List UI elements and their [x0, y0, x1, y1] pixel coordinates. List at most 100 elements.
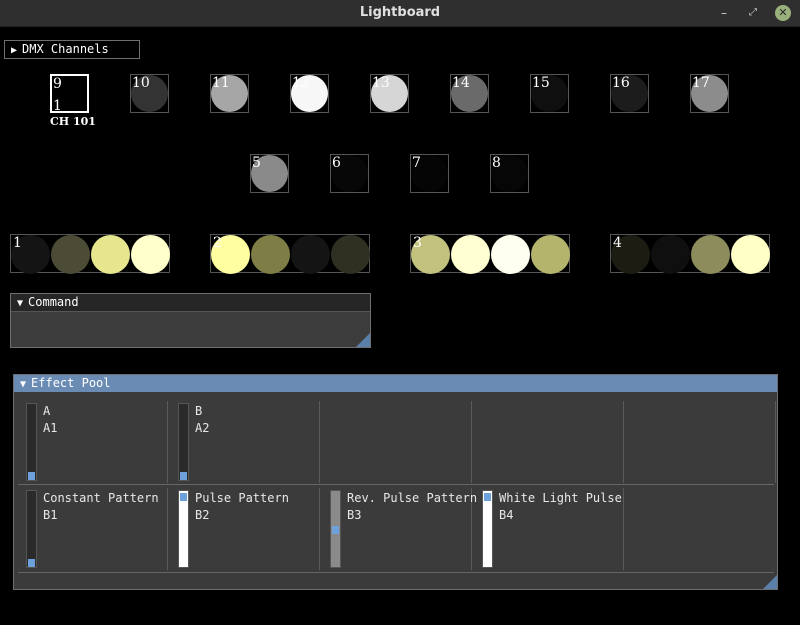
slider-knob[interactable] [28, 472, 35, 480]
slider-knob[interactable] [332, 526, 339, 534]
effect-level-slider[interactable] [178, 403, 189, 481]
expand-arrow-icon: ▶ [11, 45, 18, 56]
fixture-9[interactable]: 91 [50, 74, 89, 114]
fixture-6[interactable]: 6 [330, 154, 369, 193]
empty-effect-slot [322, 401, 472, 483]
effect-id: B4 [499, 508, 514, 522]
effect-pool-label: Effect Pool [31, 376, 111, 390]
fixture-sub-number: 1 [53, 98, 62, 114]
command-label: Command [28, 295, 79, 309]
effect-cell[interactable]: White Light Pulse B4 [474, 488, 624, 570]
effect-id: A1 [43, 421, 58, 435]
bar-lamp [691, 235, 730, 274]
collapse-arrow-icon: ▼ [17, 298, 24, 309]
collapse-arrow-icon: ▼ [20, 379, 27, 390]
fixture-5[interactable]: 5 [250, 154, 289, 193]
light-bar-2[interactable]: 2 [210, 234, 370, 274]
bar-lamp [51, 235, 90, 274]
row-divider [18, 572, 774, 573]
slider-fill [179, 491, 188, 567]
command-header[interactable]: ▼ Command [11, 294, 370, 312]
fixture-number: 9 [53, 76, 62, 92]
empty-effect-slot [474, 401, 624, 483]
effect-level-slider[interactable] [330, 490, 341, 568]
fixture-17[interactable]: 17 [690, 74, 729, 113]
bar-lamp [491, 235, 530, 274]
fixture-8[interactable]: 8 [490, 154, 529, 193]
fixture-10[interactable]: 10 [130, 74, 169, 113]
channel-label: CH 101 [50, 115, 96, 128]
fixture-14[interactable]: 14 [450, 74, 489, 113]
close-icon[interactable]: ✕ [775, 5, 791, 21]
effect-pool-header[interactable]: ▼ Effect Pool [14, 375, 777, 392]
bar-lamp [251, 235, 290, 274]
maximize-icon[interactable]: ⤢ [745, 5, 761, 21]
fixture-number: 10 [132, 75, 150, 91]
effect-cell[interactable]: B A2 [170, 401, 320, 483]
bar-lamp [531, 235, 570, 274]
window-title: Lightboard [359, 5, 441, 20]
fixture-number: 15 [532, 75, 550, 91]
bar-lamp [131, 235, 170, 274]
slider-knob[interactable] [180, 472, 187, 480]
effect-pool-panel: ▼ Effect Pool A A1 B A2 Constant Pattern B1 Pul… [13, 374, 778, 590]
dmx-channels-label: DMX Channels [22, 42, 109, 56]
fixture-7[interactable]: 7 [410, 154, 449, 193]
effect-id: B3 [347, 508, 362, 522]
effect-cell[interactable]: Constant Pattern B1 [18, 488, 168, 570]
minimize-icon[interactable]: – [716, 5, 732, 21]
effect-id: B1 [43, 508, 58, 522]
empty-effect-slot [626, 401, 776, 483]
bar-number: 1 [13, 235, 22, 251]
fixture-16[interactable]: 16 [610, 74, 649, 113]
effect-cell[interactable]: A A1 [18, 401, 168, 483]
bar-number: 2 [213, 235, 222, 251]
row-divider [18, 484, 774, 485]
light-bar-3[interactable]: 3 [410, 234, 570, 274]
resize-grip-icon[interactable] [356, 333, 370, 347]
effect-level-slider[interactable] [482, 490, 493, 568]
effect-cell[interactable]: Pulse Pattern B2 [170, 488, 320, 570]
resize-grip-icon[interactable] [763, 575, 777, 589]
effect-name: Constant Pattern [43, 491, 159, 505]
fixture-number: 7 [412, 155, 421, 171]
effect-name: B [195, 404, 203, 418]
light-bar-1[interactable]: 1 [10, 234, 170, 274]
bar-number: 3 [413, 235, 422, 251]
fixture-15[interactable]: 15 [530, 74, 569, 113]
fixture-number: 13 [372, 75, 390, 91]
effect-name: A [43, 404, 51, 418]
effect-level-slider[interactable] [178, 490, 189, 568]
effect-name: White Light Pulse [499, 491, 622, 505]
effect-level-slider[interactable] [26, 490, 37, 568]
fixture-number: 16 [612, 75, 630, 91]
fixture-13[interactable]: 13 [370, 74, 409, 113]
bar-lamp [651, 235, 690, 274]
bar-lamp [451, 235, 490, 274]
effect-id: A2 [195, 421, 210, 435]
fixture-11[interactable]: 11 [210, 74, 249, 113]
fixture-number: 8 [492, 155, 501, 171]
effect-cell[interactable]: Rev. Pulse Pattern B3 [322, 488, 477, 570]
bar-number: 4 [613, 235, 622, 251]
slider-knob[interactable] [180, 493, 187, 501]
bar-lamp [731, 235, 770, 274]
effect-name: Pulse Pattern [195, 491, 289, 505]
effect-id: B2 [195, 508, 210, 522]
command-panel[interactable]: ▼ Command [10, 293, 371, 348]
effect-name: Rev. Pulse Pattern [347, 491, 478, 505]
bar-lamp [291, 235, 330, 274]
fixture-number: 5 [252, 155, 261, 171]
fixture-number: 6 [332, 155, 341, 171]
light-bar-4[interactable]: 4 [610, 234, 770, 274]
bar-lamp [331, 235, 370, 274]
effect-level-slider[interactable] [26, 403, 37, 481]
fixture-12[interactable]: 12 [290, 74, 329, 113]
slider-knob[interactable] [28, 559, 35, 567]
fixture-number: 11 [212, 75, 230, 91]
fixture-number: 17 [692, 75, 710, 91]
dmx-channels-header[interactable]: ▶ DMX Channels [4, 40, 140, 59]
slider-fill [483, 491, 492, 567]
fixture-number: 14 [452, 75, 470, 91]
slider-knob[interactable] [484, 493, 491, 501]
